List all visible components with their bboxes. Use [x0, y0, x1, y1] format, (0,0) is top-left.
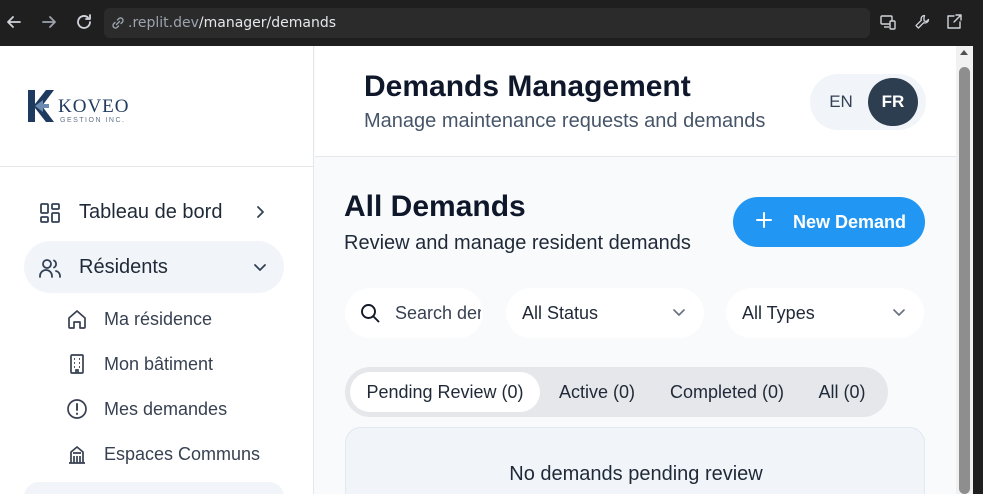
- scroll-up-arrow-icon[interactable]: [960, 50, 968, 55]
- chevron-down-icon: [893, 309, 905, 316]
- sidebar-item-residents[interactable]: Résidents: [24, 241, 284, 293]
- building-icon: [70, 354, 84, 374]
- link-icon: [112, 17, 124, 29]
- plus-icon: [756, 212, 772, 228]
- sidebar: KOVEO GESTION INC. Tableau de bord Résid…: [0, 46, 314, 494]
- lang-en-button[interactable]: EN: [816, 78, 866, 126]
- address-bar[interactable]: .replit.dev/manager/demands: [104, 8, 870, 38]
- sidebar-subitem-label: Ma résidence: [104, 309, 213, 329]
- sidebar-item-label: Résidents: [79, 256, 168, 278]
- empty-state-message: No demands pending review: [509, 463, 763, 485]
- section-title: All Demands: [344, 190, 526, 223]
- chevron-right-icon: [257, 206, 264, 218]
- sidebar-item-dashboard[interactable]: Tableau de bord: [24, 186, 284, 238]
- sidebar-subitem-common-spaces[interactable]: Espaces Communs: [66, 439, 286, 467]
- alert-circle-icon: [67, 399, 87, 419]
- page-header: Demands Management Manage maintenance re…: [315, 46, 956, 157]
- users-icon: [39, 259, 61, 278]
- chevron-down-icon: [673, 309, 685, 316]
- forward-arrow-icon[interactable]: [39, 12, 59, 32]
- tab-completed[interactable]: Completed (0): [657, 372, 797, 412]
- page-title: Demands Management: [364, 70, 691, 103]
- sidebar-subitem-my-building[interactable]: Mon bâtiment: [66, 349, 286, 377]
- common-spaces-icon: [69, 446, 85, 464]
- tab-active[interactable]: Active (0): [545, 372, 649, 412]
- logo[interactable]: KOVEO GESTION INC.: [26, 88, 146, 128]
- scrollbar-thumb[interactable]: [959, 67, 970, 494]
- open-external-icon[interactable]: [945, 13, 963, 31]
- home-icon: [68, 310, 86, 329]
- devices-icon[interactable]: [879, 13, 897, 31]
- sidebar-item-next[interactable]: [24, 482, 284, 494]
- sidebar-divider: [0, 166, 313, 167]
- search-input[interactable]: [395, 301, 481, 325]
- tab-pending-review[interactable]: Pending Review (0): [350, 372, 540, 412]
- empty-state-card: No demands pending review: [345, 427, 925, 494]
- new-demand-label: New Demand: [793, 212, 907, 232]
- url-path: /manager/demands: [198, 15, 337, 31]
- sidebar-subitem-my-residence[interactable]: Ma résidence: [66, 304, 286, 332]
- sidebar-subitem-label: Mes demandes: [104, 399, 228, 419]
- page-subtitle: Manage maintenance requests and demands: [364, 110, 766, 132]
- koveo-logo-icon: [28, 90, 54, 122]
- logo-brand: KOVEO: [58, 96, 130, 117]
- type-filter-value: All Types: [742, 303, 815, 323]
- dashboard-icon: [40, 203, 60, 223]
- sidebar-subitem-my-demands[interactable]: Mes demandes: [66, 394, 286, 422]
- sidebar-subitem-label: Mon bâtiment: [104, 354, 214, 374]
- back-arrow-icon[interactable]: [4, 12, 24, 32]
- lang-fr-button[interactable]: FR: [868, 78, 918, 126]
- language-toggle: EN FR: [810, 74, 926, 130]
- url-host: .replit.dev: [128, 15, 199, 31]
- reload-icon[interactable]: [74, 12, 94, 32]
- status-filter-select[interactable]: All Status: [506, 288, 704, 338]
- search-box[interactable]: [345, 288, 483, 338]
- sidebar-item-label: Tableau de bord: [79, 201, 223, 223]
- section-subtitle: Review and manage resident demands: [344, 232, 691, 254]
- status-filter-value: All Status: [522, 303, 599, 323]
- search-icon: [361, 304, 380, 323]
- browser-chrome: .replit.dev/manager/demands: [0, 0, 983, 46]
- url-text: .replit.dev/manager/demands: [128, 15, 336, 31]
- logo-subtitle: GESTION INC.: [60, 117, 126, 124]
- chevron-down-icon: [254, 264, 266, 271]
- demand-tabs: Pending Review (0) Active (0) Completed …: [345, 367, 888, 417]
- type-filter-select[interactable]: All Types: [726, 288, 924, 338]
- new-demand-button[interactable]: New Demand: [733, 197, 925, 247]
- wrench-icon[interactable]: [913, 13, 931, 31]
- sidebar-subitem-label: Espaces Communs: [104, 444, 261, 464]
- tab-all[interactable]: All (0): [807, 372, 877, 412]
- window-edge: [973, 46, 983, 494]
